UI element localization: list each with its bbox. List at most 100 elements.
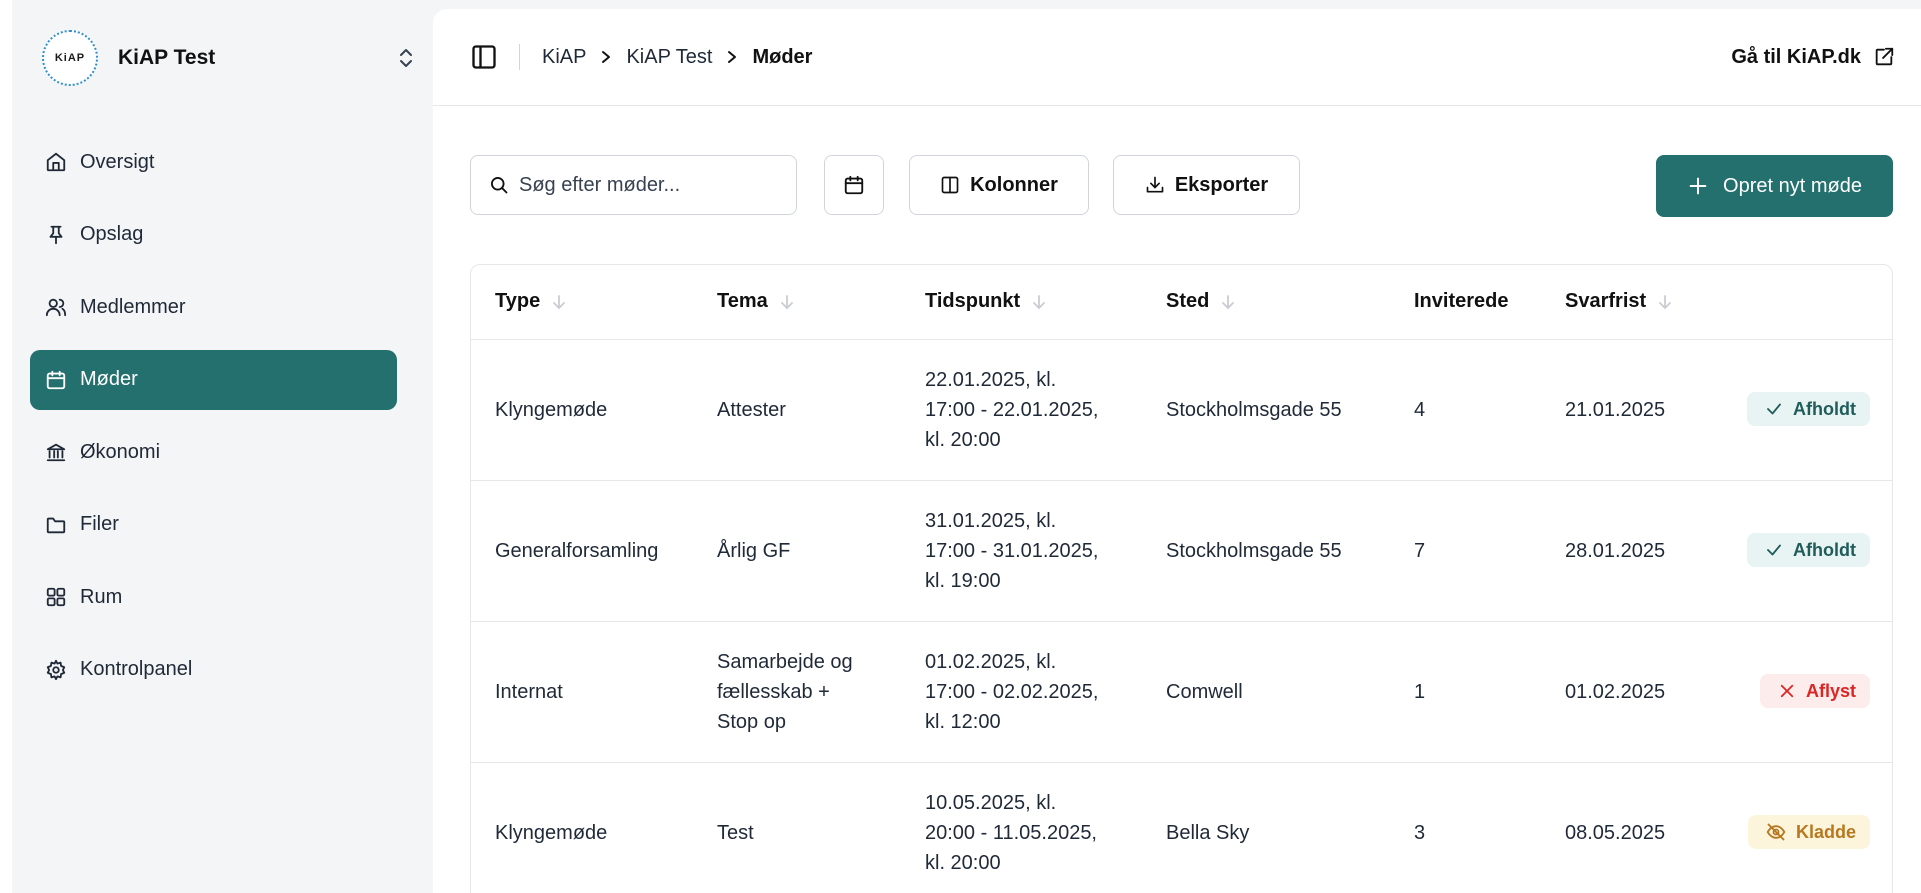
- breadcrumb-current: Møder: [752, 45, 813, 68]
- status-badge: Aflyst: [1759, 674, 1870, 708]
- sidebar-item-moeder[interactable]: Møder: [30, 349, 397, 410]
- breadcrumb: KiAP KiAP Test Møder: [542, 46, 812, 69]
- breadcrumb-kiap[interactable]: KiAP: [542, 46, 586, 69]
- cell-type: Internat: [471, 621, 693, 763]
- cell-sted: Comwell: [1142, 621, 1390, 763]
- status-badge-label: Kladde: [1795, 821, 1856, 842]
- cell-tidspunkt-line: 17:00 - 22.01.2025,: [925, 398, 1099, 421]
- cell-tidspunkt-line: kl. 12:00: [925, 710, 1001, 733]
- table-row[interactable]: Klyngemøde Attester 22.01.2025, kl. 17:00…: [471, 339, 1892, 481]
- cell-svarfrist: 28.01.2025: [1541, 480, 1721, 622]
- sidebar-item-filer[interactable]: Filer: [30, 495, 397, 555]
- search-icon: [489, 175, 509, 195]
- cell-tema: Test: [693, 762, 901, 893]
- sidebar-item-medlemmer[interactable]: Medlemmer: [30, 277, 397, 337]
- date-filter-button[interactable]: [824, 155, 884, 215]
- cell-type: Klyngemøde: [471, 339, 693, 481]
- cell-inviterede: 4: [1390, 339, 1541, 481]
- export-button[interactable]: Eksporter: [1113, 155, 1300, 215]
- cell-type: Generalforsamling: [471, 480, 693, 622]
- cell-tidspunkt-line: kl. 19:00: [925, 569, 1001, 592]
- home-icon: [44, 150, 68, 174]
- cell-status: Kladde: [1721, 762, 1892, 893]
- sidebar-item-opslag[interactable]: Opslag: [30, 205, 397, 265]
- sidebar-toggle-icon[interactable]: [469, 42, 499, 72]
- x-icon: [1778, 682, 1796, 700]
- folder-icon: [44, 513, 68, 537]
- cell-svarfrist: 08.05.2025: [1541, 762, 1721, 893]
- sort-arrow-icon: [780, 294, 794, 310]
- gear-icon: [44, 658, 68, 682]
- external-link-kiap[interactable]: Gå til KiAP.dk: [1731, 46, 1895, 69]
- chevron-right-icon: [600, 50, 612, 64]
- column-header-label: Tema: [717, 290, 768, 313]
- cell-tidspunkt-line: 31.01.2025, kl.: [925, 509, 1057, 532]
- cell-tidspunkt: 10.05.2025, kl. 20:00 - 11.05.2025, kl. 20…: [901, 762, 1142, 893]
- sidebar-item-label: Opslag: [80, 223, 144, 245]
- meetings-table: Type Tema Tidspunkt Sted Inviterede Svar…: [470, 264, 1893, 893]
- column-header-inviterede: Inviterede: [1390, 265, 1541, 340]
- search-input[interactable]: [519, 173, 779, 197]
- cell-status: Afholdt: [1721, 339, 1892, 481]
- sort-arrow-icon: [1032, 294, 1046, 310]
- sidebar-nav: Oversigt Opslag Medlemmer Møder Økonomi …: [30, 132, 397, 712]
- sort-arrow-icon: [552, 294, 566, 310]
- divider: [519, 44, 520, 70]
- check-icon: [1765, 400, 1783, 418]
- column-header-tema[interactable]: Tema: [693, 265, 901, 340]
- check-icon: [1765, 541, 1783, 559]
- org-logo: KiAP: [42, 30, 98, 86]
- create-meeting-button[interactable]: Opret nyt møde: [1656, 155, 1893, 217]
- sidebar-item-oekonomi[interactable]: Økonomi: [30, 422, 397, 482]
- status-badge: Afholdt: [1747, 392, 1870, 426]
- cell-tidspunkt-line: kl. 20:00: [925, 851, 1001, 874]
- column-header-label: Tidspunkt: [925, 290, 1021, 313]
- sidebar-item-kontrolpanel[interactable]: Kontrolpanel: [30, 640, 397, 700]
- cell-tema: Årlig GF: [693, 480, 901, 622]
- columns-button[interactable]: Kolonner: [909, 155, 1089, 215]
- sidebar-item-oversigt[interactable]: Oversigt: [30, 132, 397, 192]
- column-header-label: Sted: [1166, 290, 1210, 313]
- create-meeting-label: Opret nyt møde: [1723, 174, 1862, 197]
- status-badge: Kladde: [1747, 814, 1870, 849]
- cell-inviterede: 3: [1390, 762, 1541, 893]
- download-icon: [1145, 175, 1165, 195]
- sidebar-item-label: Økonomi: [80, 440, 161, 463]
- main-content: KiAP KiAP Test Møder Gå til KiAP.dk Kolo…: [433, 9, 1921, 893]
- cell-tema: Attester: [693, 339, 901, 481]
- chevron-right-icon: [726, 50, 738, 64]
- columns-icon: [940, 175, 960, 195]
- bank-icon: [44, 440, 68, 464]
- export-button-label: Eksporter: [1174, 173, 1269, 196]
- top-bar: KiAP KiAP Test Møder Gå til KiAP.dk: [433, 9, 1921, 106]
- grid-icon: [44, 585, 68, 609]
- column-header-tidspunkt[interactable]: Tidspunkt: [901, 265, 1142, 340]
- status-badge-label: Afholdt: [1793, 540, 1856, 560]
- users-icon: [44, 295, 68, 319]
- sidebar-item-rum[interactable]: Rum: [30, 567, 397, 627]
- calendar-icon: [44, 368, 68, 392]
- cell-tidspunkt-line: 17:00 - 02.02.2025,: [925, 680, 1099, 703]
- eye-off-icon: [1766, 822, 1786, 842]
- table-row[interactable]: Generalforsamling Årlig GF 31.01.2025, k…: [471, 480, 1892, 622]
- org-logo-text: KiAP: [54, 52, 86, 64]
- column-header-label: Inviterede: [1414, 290, 1509, 313]
- sidebar: KiAP KiAP Test Oversigt Opslag Medlemmer…: [12, 0, 430, 893]
- cell-tidspunkt-line: 17:00 - 31.01.2025,: [925, 539, 1099, 562]
- sort-arrow-icon: [1221, 294, 1235, 310]
- table-row[interactable]: Internat Samarbejde og fællesskab + Stop…: [471, 621, 1892, 763]
- table-row[interactable]: Klyngemøde Test 10.05.2025, kl. 20:00 - 1…: [471, 762, 1892, 893]
- search-box: [470, 155, 797, 215]
- cell-tidspunkt: 31.01.2025, kl. 17:00 - 31.01.2025, kl. 19…: [901, 480, 1142, 622]
- column-header-type[interactable]: Type: [471, 265, 693, 340]
- sort-arrow-icon: [1658, 294, 1672, 310]
- breadcrumb-kiap-test[interactable]: KiAP Test: [626, 46, 712, 69]
- org-switcher[interactable]: KiAP KiAP Test: [42, 26, 417, 90]
- column-header-svarfrist[interactable]: Svarfrist: [1541, 265, 1721, 340]
- column-header-status: [1721, 265, 1892, 340]
- column-header-sted[interactable]: Sted: [1142, 265, 1390, 340]
- cell-tidspunkt: 01.02.2025, kl. 17:00 - 02.02.2025, kl. 12…: [901, 621, 1142, 763]
- status-badge-label: Afholdt: [1793, 399, 1856, 419]
- org-name: KiAP Test: [118, 46, 216, 69]
- chevron-up-down-icon: [395, 44, 417, 72]
